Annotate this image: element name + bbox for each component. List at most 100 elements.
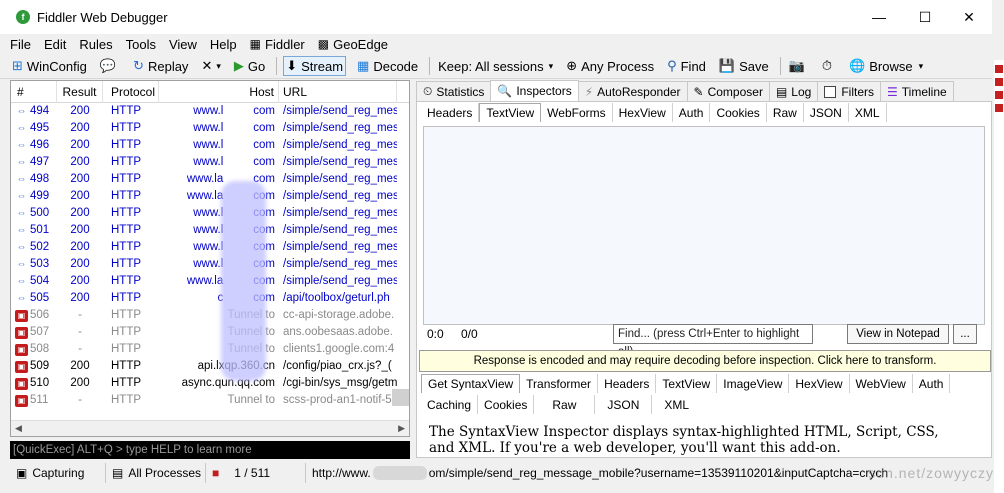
menu-help[interactable]: Help bbox=[210, 37, 237, 52]
any-process-button[interactable]: ⊕ Any Process bbox=[564, 56, 656, 76]
column-header-number[interactable]: # bbox=[11, 81, 57, 103]
menu-tools[interactable]: Tools bbox=[126, 37, 156, 52]
column-header-protocol[interactable]: Protocol bbox=[103, 81, 159, 103]
find-label: Find bbox=[680, 58, 706, 74]
request-tab-textview[interactable]: TextView bbox=[479, 103, 542, 122]
column-header-url[interactable]: URL bbox=[279, 81, 397, 103]
tab-timeline[interactable]: ☰ Timeline bbox=[880, 81, 954, 101]
session-row[interactable]: ⇔502200HTTPwww.lcom/simple/send_reg_mes bbox=[11, 239, 409, 256]
more-options-button[interactable]: ... bbox=[953, 324, 977, 344]
response-tab-cookies[interactable]: Cookies bbox=[478, 395, 535, 414]
tab-filters[interactable]: Filters bbox=[817, 81, 881, 101]
decode-notice[interactable]: Response is encoded and may require deco… bbox=[419, 350, 991, 372]
request-tab-webforms[interactable]: WebForms bbox=[541, 103, 613, 122]
request-text-area[interactable] bbox=[423, 126, 985, 325]
screenshot-button[interactable]: 📷 bbox=[787, 56, 811, 76]
minimize-button[interactable]: — bbox=[856, 0, 902, 34]
find-row: 0:0 0/0 Find... (press Ctrl+Enter to hig… bbox=[423, 324, 985, 358]
go-button[interactable]: ▶ Go bbox=[232, 56, 267, 76]
scroll-left-icon[interactable]: ◀ bbox=[15, 423, 22, 434]
response-tab-get-syntaxview[interactable]: Get SyntaxView bbox=[421, 374, 521, 393]
tab-log[interactable]: ▤ Log bbox=[768, 81, 819, 101]
session-row[interactable]: ▣ 511 - HTTP Tunnel to scss-prod-an1-notif-5 bbox=[11, 392, 409, 409]
response-tab-raw[interactable]: Raw bbox=[534, 395, 596, 414]
session-row[interactable]: ⇔ 495 200 HTTP www.l com/simple/send_reg_mes bbox=[11, 120, 409, 137]
view-in-notepad-button[interactable]: View in Notepad bbox=[847, 324, 949, 344]
replay-button[interactable]: ↻ Replay bbox=[131, 56, 190, 76]
session-row[interactable]: ▣509200HTTPapi.lxqp.360.cn/config/piao_c… bbox=[11, 358, 409, 375]
session-row[interactable]: ▣507-HTTPTunnel toans.oobesaas.adobe. bbox=[11, 324, 409, 341]
horizontal-scrollbar[interactable]: ◀ ▶ bbox=[11, 420, 409, 436]
session-row[interactable]: ⇔ 496 200 HTTP www.l com/simple/send_reg_mes bbox=[11, 137, 409, 154]
menu-rules[interactable]: Rules bbox=[79, 37, 112, 52]
remove-button[interactable]: ✕ ▾ bbox=[199, 56, 222, 76]
session-row[interactable]: ⇔ 498 200 HTTP www.la com/simple/send_reg_mes bbox=[11, 171, 409, 188]
tab-autoresponder[interactable]: ⚡ AutoResponder bbox=[577, 81, 688, 101]
response-tab-hexview[interactable]: HexView bbox=[789, 374, 850, 393]
menu-edit[interactable]: Edit bbox=[44, 37, 66, 52]
request-tab-json[interactable]: JSON bbox=[804, 103, 849, 122]
stream-button[interactable]: ⬇ Stream bbox=[283, 56, 347, 76]
session-row[interactable]: ⇔504200HTTPwww.lacom/simple/send_reg_mes bbox=[11, 273, 409, 290]
request-tab-xml[interactable]: XML bbox=[849, 103, 887, 122]
tab-inspectors-label: Inspectors bbox=[516, 84, 572, 98]
tab-statistics[interactable]: ⏲ Statistics bbox=[416, 81, 492, 101]
save-button[interactable]: 💾 Save bbox=[717, 56, 771, 76]
comment-button[interactable]: 💬 bbox=[98, 56, 122, 76]
menu-view[interactable]: View bbox=[169, 37, 197, 52]
session-row[interactable]: ▣506-HTTPTunnel tocc-api-storage.adobe. bbox=[11, 307, 409, 324]
response-tab-webview[interactable]: WebView bbox=[850, 374, 913, 393]
process-filter[interactable]: ▤ All Processes bbox=[106, 463, 206, 483]
close-button[interactable]: ✕ bbox=[946, 0, 992, 34]
session-row[interactable]: ⇔499200HTTPwww.lacom/simple/send_reg_mes bbox=[11, 188, 409, 205]
capturing-toggle[interactable]: ▣ Capturing bbox=[10, 463, 106, 483]
sessions-list[interactable]: # Result Protocol Host URL ⇔ 494 200 HTTP ww… bbox=[10, 80, 410, 437]
session-row[interactable]: ⇔ 497 200 HTTP www.l com/simple/send_reg_mes bbox=[11, 154, 409, 171]
browse-button[interactable]: 🌐 Browse ▾ bbox=[847, 56, 925, 76]
response-tab-xml[interactable]: XML bbox=[652, 395, 701, 414]
session-row[interactable]: ▣508-HTTPTunnel toclients1.google.com:4 bbox=[11, 341, 409, 358]
maximize-button[interactable]: ☐ bbox=[902, 0, 948, 34]
scroll-right-icon[interactable]: ▶ bbox=[398, 423, 405, 434]
decode-icon: ▦ bbox=[357, 58, 370, 73]
response-tab-json[interactable]: JSON bbox=[595, 395, 653, 414]
menu-file[interactable]: File bbox=[10, 37, 31, 52]
tab-inspectors[interactable]: 🔍 Inspectors bbox=[490, 80, 579, 101]
winconfig-button[interactable]: ⊞ WinConfig bbox=[10, 56, 89, 76]
column-header-host[interactable]: Host bbox=[159, 81, 279, 103]
menu-geoedge[interactable]: ▩ GeoEdge bbox=[318, 37, 388, 52]
response-tab-caching[interactable]: Caching bbox=[421, 395, 479, 414]
keep-sessions-dropdown[interactable]: Keep: All sessions ▾ bbox=[436, 56, 555, 76]
inspect-icon: 🔍 bbox=[497, 84, 513, 98]
request-tab-headers[interactable]: Headers bbox=[421, 103, 480, 122]
response-tab-headers[interactable]: Headers bbox=[598, 374, 657, 393]
status-bar: ▣ Capturing ▤ All Processes ■ 1 / 511 http:… bbox=[10, 463, 992, 483]
session-row[interactable]: ⇔501200HTTPwww.lcom/simple/send_reg_mes bbox=[11, 222, 409, 239]
session-row[interactable]: ⇔503200HTTPwww.lcom/simple/send_reg_mes bbox=[11, 256, 409, 273]
menu-fiddler[interactable]: ▦ Fiddler bbox=[250, 37, 305, 52]
response-tab-auth[interactable]: Auth bbox=[913, 374, 951, 393]
response-tab-imageview[interactable]: ImageView bbox=[717, 374, 790, 393]
session-row[interactable]: ⇔500200HTTPwww.lcom/simple/send_reg_mes bbox=[11, 205, 409, 222]
request-tab-raw[interactable]: Raw bbox=[767, 103, 804, 122]
session-row[interactable]: ▣ 510 200 HTTP async.qun.qq.com/cgi-bin/sys_… bbox=[11, 375, 409, 392]
session-row[interactable]: ⇔505200HTTPccom/api/toolbox/geturl.ph bbox=[11, 290, 409, 307]
filters-checkbox[interactable] bbox=[824, 85, 837, 98]
response-tab-transformer[interactable]: Transformer bbox=[520, 374, 599, 393]
tab-composer[interactable]: ✎ Composer bbox=[686, 81, 770, 101]
session-url: clients1.google.com:4 bbox=[283, 343, 395, 355]
session-url: /simple/send_reg_mes bbox=[283, 173, 397, 185]
column-header-result[interactable]: Result bbox=[57, 81, 103, 103]
quickexec-input[interactable]: [QuickExec] ALT+Q > type HELP to learn m… bbox=[10, 441, 410, 459]
find-input[interactable]: Find... (press Ctrl+Enter to highlight a… bbox=[613, 324, 813, 358]
request-tab-cookies[interactable]: Cookies bbox=[710, 103, 767, 122]
response-tab-textview[interactable]: TextView bbox=[656, 374, 718, 393]
timer-button[interactable]: ⏱ bbox=[820, 56, 838, 76]
find-button[interactable]: ⚲ Find bbox=[665, 56, 708, 76]
session-row[interactable]: ⇔ 494 200 HTTP www.l com/simple/send_reg_mes bbox=[11, 103, 409, 120]
session-host-start: www.la bbox=[186, 275, 224, 287]
decode-button[interactable]: ▦ Decode bbox=[355, 56, 420, 76]
request-tab-hexview[interactable]: HexView bbox=[613, 103, 673, 122]
request-tab-auth[interactable]: Auth bbox=[673, 103, 711, 122]
fiddler-grid-icon: ▦ bbox=[249, 37, 262, 51]
